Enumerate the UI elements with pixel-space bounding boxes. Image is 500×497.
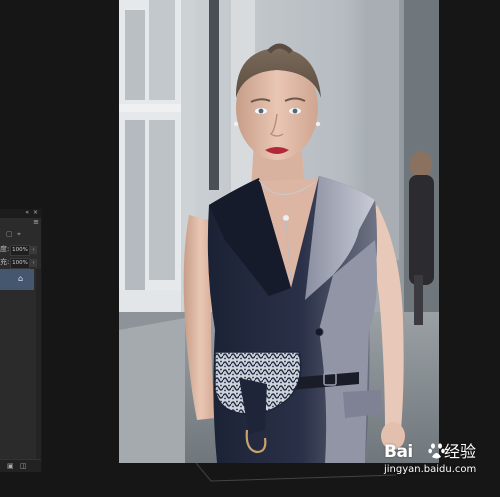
layer-row-selected[interactable]: ⌂ xyxy=(0,269,34,290)
photo-woman-in-navy-vest-dress xyxy=(119,0,439,463)
panel-titlebar: « × xyxy=(0,209,41,218)
fill-dropdown-icon[interactable]: › xyxy=(30,259,37,267)
panel-scrollbar[interactable] xyxy=(36,269,41,464)
fill-row: 充: 100% › xyxy=(0,257,41,269)
opacity-field[interactable]: 100% xyxy=(10,245,30,256)
watermark-logo-text: Bai xyxy=(384,442,413,462)
opacity-row: 度: 100% › xyxy=(0,244,41,256)
fill-label: 充: xyxy=(0,258,10,266)
layers-panel: « × ≡ ▢ ⌖ 度: 100% › 充: 100% › ⌂ ▣ ◫ xyxy=(0,209,42,472)
watermark-url: jingyan.baidu.com xyxy=(384,464,477,475)
watermark-jingyan-text: 经验 xyxy=(444,442,477,461)
new-layer-icon[interactable]: ▣ xyxy=(7,462,14,470)
opacity-dropdown-icon[interactable]: › xyxy=(30,246,37,254)
layer-link-icon: ⌂ xyxy=(18,274,24,283)
canvas-photo[interactable] xyxy=(119,0,439,463)
lock-move-icon[interactable]: ⌖ xyxy=(17,230,21,238)
lock-row: ▢ ⌖ xyxy=(0,229,41,240)
canvas-shadow-outline xyxy=(196,463,396,482)
panel-menu-icon[interactable]: ≡ xyxy=(33,219,39,226)
fill-field[interactable]: 100% xyxy=(10,258,30,269)
opacity-label: 度: xyxy=(0,245,10,253)
panel-collapse-close-buttons[interactable]: « × xyxy=(25,210,39,216)
panel-footer: ▣ ◫ xyxy=(0,459,41,472)
lock-transparent-icon[interactable]: ▢ xyxy=(6,230,13,238)
delete-layer-icon[interactable]: ◫ xyxy=(20,462,27,470)
baidu-jingyan-watermark: Bai 经验 jingyan.baidu.com xyxy=(384,441,500,491)
